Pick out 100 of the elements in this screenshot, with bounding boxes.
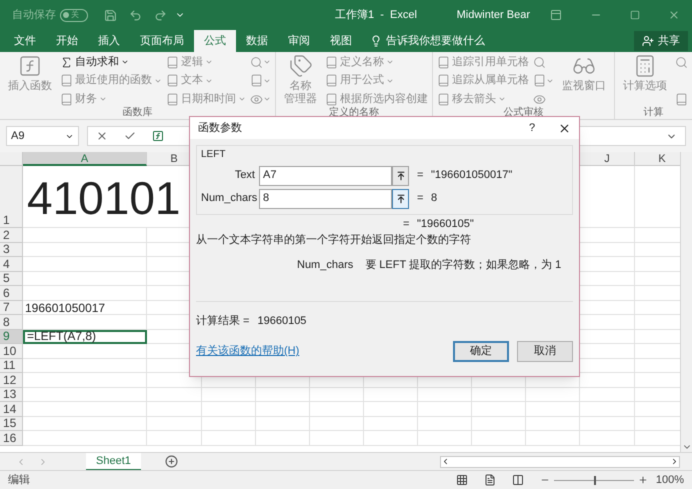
row-header[interactable]: 2: [0, 228, 23, 242]
grid-cell[interactable]: [580, 373, 635, 388]
row-header[interactable]: 5: [0, 272, 23, 286]
save-icon[interactable]: [104, 8, 117, 22]
grid-cell[interactable]: [580, 431, 635, 446]
row-header[interactable]: 9: [0, 330, 23, 344]
row-header[interactable]: 12: [0, 373, 23, 388]
zoom-in-icon[interactable]: [638, 475, 648, 485]
name-box[interactable]: A9: [6, 126, 79, 146]
grid-cell[interactable]: [580, 388, 635, 402]
grid-cell[interactable]: [202, 416, 256, 431]
grid-cell[interactable]: [310, 431, 364, 446]
ribbon-tab[interactable]: 审阅: [278, 30, 320, 52]
page-break-icon[interactable]: [512, 474, 524, 486]
grid-cell[interactable]: =LEFT(A7,8): [23, 330, 147, 344]
maximize-icon[interactable]: [630, 10, 640, 20]
grid-cell[interactable]: [526, 388, 580, 402]
grid-cell[interactable]: [202, 431, 256, 446]
zoom-thumb[interactable]: [594, 476, 596, 484]
undo-icon[interactable]: [129, 8, 142, 22]
row-header[interactable]: 6: [0, 286, 23, 300]
share-button[interactable]: 共享: [634, 31, 688, 51]
grid-cell[interactable]: [472, 388, 526, 402]
row-header[interactable]: 7: [0, 300, 23, 315]
ribbon-tab[interactable]: 视图: [320, 30, 362, 52]
row-header[interactable]: 1: [0, 166, 23, 228]
grid-cell[interactable]: [310, 402, 364, 416]
ribbon-tab[interactable]: 公式: [194, 30, 236, 52]
grid-cell[interactable]: [23, 272, 147, 286]
row-header[interactable]: 8: [0, 315, 23, 330]
help-button[interactable]: ?: [522, 120, 542, 136]
argument-field[interactable]: 8: [259, 188, 392, 208]
ribbon-tab[interactable]: 开始: [46, 30, 88, 52]
grid-cell[interactable]: [256, 416, 310, 431]
add-sheet-icon[interactable]: [164, 455, 178, 468]
row-header[interactable]: 10: [0, 344, 23, 358]
redo-icon[interactable]: [154, 8, 167, 22]
grid-cell[interactable]: [256, 388, 310, 402]
grid-cell[interactable]: [526, 402, 580, 416]
grid-cell[interactable]: [23, 402, 147, 416]
grid-cell[interactable]: [23, 286, 147, 300]
grid-cell[interactable]: [418, 416, 472, 431]
grid-cell[interactable]: [23, 315, 147, 330]
grid-cell[interactable]: [23, 373, 147, 388]
dialog-button[interactable]: 确定: [453, 341, 509, 362]
collapse-button[interactable]: [392, 188, 409, 208]
argument-field[interactable]: A7: [259, 166, 392, 186]
grid-cell[interactable]: [23, 431, 147, 446]
grid-cell[interactable]: [418, 431, 472, 446]
grid-cell[interactable]: [472, 431, 526, 446]
grid-cell[interactable]: [364, 416, 418, 431]
grid-cell[interactable]: [147, 431, 202, 446]
grid-cell[interactable]: [256, 402, 310, 416]
grid-cell[interactable]: [23, 344, 147, 358]
help-link[interactable]: 有关该函数的帮助(H): [196, 343, 445, 360]
grid-cell[interactable]: [256, 431, 310, 446]
grid-cell[interactable]: [364, 431, 418, 446]
grid-cell[interactable]: [23, 416, 147, 431]
grid-cell[interactable]: [23, 257, 147, 272]
grid-cell[interactable]: [364, 388, 418, 402]
grid-cell[interactable]: [202, 402, 256, 416]
grid-cell[interactable]: [23, 388, 147, 402]
grid-cell[interactable]: [310, 388, 364, 402]
row-header[interactable]: 3: [0, 242, 23, 257]
normal-view-icon[interactable]: [456, 474, 468, 486]
grid-cell[interactable]: [23, 242, 147, 257]
row-header[interactable]: 15: [0, 416, 23, 431]
horizontal-scrollbar[interactable]: [440, 456, 680, 468]
grid-cell[interactable]: [147, 402, 202, 416]
row-header[interactable]: 11: [0, 358, 23, 373]
grid-cell[interactable]: [418, 402, 472, 416]
ribbon-display-icon[interactable]: [550, 9, 562, 21]
row-header[interactable]: 16: [0, 431, 23, 446]
column-header[interactable]: J: [580, 152, 635, 166]
grid-cell[interactable]: [418, 388, 472, 402]
tell-me-button[interactable]: 告诉我你想要做什么: [370, 30, 485, 52]
ribbon-tab[interactable]: 页面布局: [130, 30, 194, 52]
grid-cell[interactable]: [472, 402, 526, 416]
close-icon[interactable]: [558, 122, 571, 134]
zoom-level[interactable]: 100%: [656, 472, 684, 488]
grid-cell[interactable]: [580, 402, 635, 416]
row-header[interactable]: 14: [0, 402, 23, 416]
grid-cell[interactable]: [310, 416, 364, 431]
row-header[interactable]: 4: [0, 257, 23, 272]
grid-cell[interactable]: 196601050017: [23, 300, 147, 315]
sheet-tab[interactable]: Sheet1: [86, 452, 141, 470]
grid-cell[interactable]: [202, 388, 256, 402]
grid-cell[interactable]: [23, 228, 147, 242]
ribbon-tab[interactable]: 插入: [88, 30, 130, 52]
grid-cell[interactable]: [147, 416, 202, 431]
ribbon-tab[interactable]: 数据: [236, 30, 278, 52]
column-header[interactable]: A: [23, 152, 147, 166]
grid-cell[interactable]: [526, 431, 580, 446]
ribbon-tab[interactable]: 文件: [4, 30, 46, 52]
grid-cell[interactable]: [580, 416, 635, 431]
collapse-button[interactable]: [392, 166, 409, 186]
grid-cell[interactable]: [472, 416, 526, 431]
page-layout-icon[interactable]: [484, 474, 496, 486]
grid-cell[interactable]: [23, 358, 147, 373]
row-header[interactable]: 13: [0, 388, 23, 402]
